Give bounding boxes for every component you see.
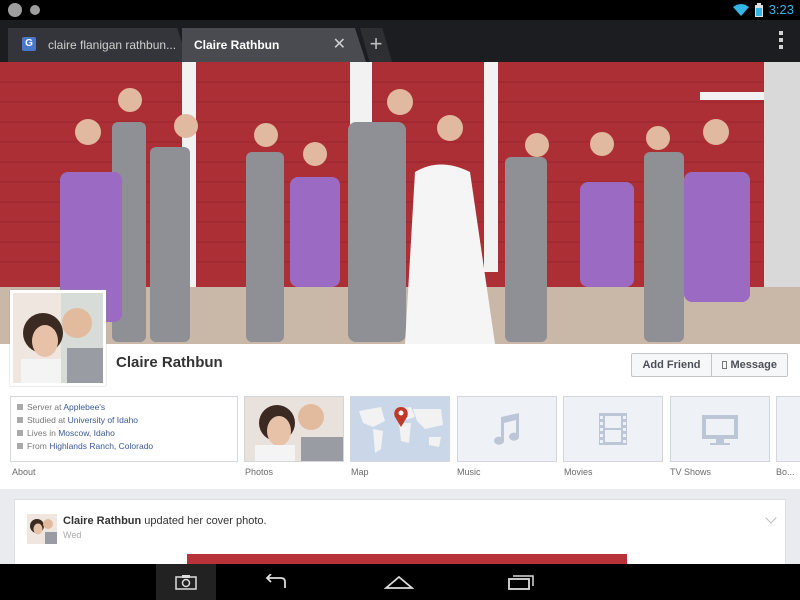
books-tile[interactable] bbox=[776, 396, 800, 462]
education-icon bbox=[17, 417, 23, 423]
browser-tab-bar: G claire flanigan rathbun... Claire Rath… bbox=[0, 20, 800, 62]
tv-shows-tile[interactable] bbox=[670, 396, 770, 462]
home-icon bbox=[17, 430, 23, 436]
music-tile[interactable] bbox=[457, 396, 557, 462]
post-timestamp[interactable]: Wed bbox=[63, 530, 81, 540]
overflow-menu-icon[interactable] bbox=[778, 31, 784, 49]
about-hometown: From Highlands Ranch, Colorado bbox=[17, 440, 231, 453]
tab-profile[interactable]: Claire Rathbun ✕ bbox=[182, 28, 366, 62]
hometown-icon bbox=[17, 443, 23, 449]
post-action: updated her cover photo. bbox=[141, 515, 267, 527]
message-icon bbox=[721, 361, 727, 369]
google-favicon-icon: G bbox=[22, 37, 36, 51]
profile-name: Claire Rathbun bbox=[116, 354, 223, 371]
message-button[interactable]: Message bbox=[712, 354, 787, 376]
battery-icon bbox=[754, 2, 763, 17]
photos-tile[interactable] bbox=[244, 396, 344, 462]
about-work: Server at Applebee's bbox=[17, 401, 231, 414]
photos-label[interactable]: Photos bbox=[245, 467, 273, 477]
close-tab-icon[interactable]: ✕ bbox=[333, 28, 346, 62]
about-summary[interactable]: Server at Applebee's Studied at Universi… bbox=[10, 396, 238, 462]
message-label: Message bbox=[730, 359, 777, 371]
map-label[interactable]: Map bbox=[351, 467, 369, 477]
back-icon[interactable] bbox=[247, 564, 307, 600]
books-label[interactable]: Bo... bbox=[776, 467, 800, 477]
search-notification-icon bbox=[30, 5, 40, 15]
tab-label: claire flanigan rathbun... bbox=[48, 38, 177, 52]
new-tab-button[interactable]: + bbox=[360, 28, 392, 62]
add-friend-button[interactable]: Add Friend bbox=[632, 354, 712, 376]
work-icon bbox=[17, 404, 23, 410]
notification-icon bbox=[8, 3, 22, 17]
profile-header-card: Claire Rathbun Add Friend Message Server… bbox=[0, 290, 800, 489]
tab-search-results[interactable]: G claire flanigan rathbun... bbox=[8, 28, 188, 62]
post-author-avatar[interactable] bbox=[27, 514, 57, 544]
profile-actions: Add Friend Message bbox=[631, 353, 788, 377]
about-work-link[interactable]: Applebee's bbox=[63, 402, 105, 412]
profile-page: Claire Rathbun Add Friend Message Server… bbox=[0, 62, 800, 564]
profile-picture[interactable] bbox=[10, 290, 106, 386]
cover-photo[interactable] bbox=[0, 62, 800, 344]
clock: 3:23 bbox=[768, 2, 794, 17]
tablet-screen: 3:23 G claire flanigan rathbun... Claire… bbox=[0, 0, 800, 600]
music-label[interactable]: Music bbox=[457, 467, 481, 477]
tv-shows-label[interactable]: TV Shows bbox=[670, 467, 711, 477]
about-residence-link[interactable]: Moscow, Idaho bbox=[58, 428, 115, 438]
post-options-chevron-icon[interactable] bbox=[765, 512, 777, 524]
music-note-icon bbox=[458, 397, 556, 461]
system-navigation-bar bbox=[0, 564, 800, 600]
map-tile[interactable] bbox=[350, 396, 450, 462]
film-strip-icon bbox=[564, 397, 662, 461]
about-hometown-link[interactable]: Highlands Ranch, Colorado bbox=[49, 441, 153, 451]
home-icon[interactable] bbox=[369, 564, 429, 600]
movies-tile[interactable] bbox=[563, 396, 663, 462]
camera-icon[interactable] bbox=[156, 564, 216, 600]
tv-icon bbox=[671, 397, 769, 461]
about-residence: Lives in Moscow, Idaho bbox=[17, 427, 231, 440]
tab-label: Claire Rathbun bbox=[194, 38, 280, 52]
movies-label[interactable]: Movies bbox=[564, 467, 593, 477]
recent-apps-icon[interactable] bbox=[491, 564, 551, 600]
wifi-icon bbox=[732, 3, 749, 16]
about-education-link[interactable]: University of Idaho bbox=[68, 415, 138, 425]
status-bar: 3:23 bbox=[0, 0, 800, 20]
post-text: Claire Rathbun updated her cover photo. bbox=[63, 515, 267, 527]
about-label[interactable]: About bbox=[12, 467, 36, 477]
timeline-post: Claire Rathbun updated her cover photo. … bbox=[14, 499, 786, 564]
about-education: Studied at University of Idaho bbox=[17, 414, 231, 427]
post-author-link[interactable]: Claire Rathbun bbox=[63, 515, 141, 527]
post-cover-image[interactable] bbox=[187, 554, 627, 564]
